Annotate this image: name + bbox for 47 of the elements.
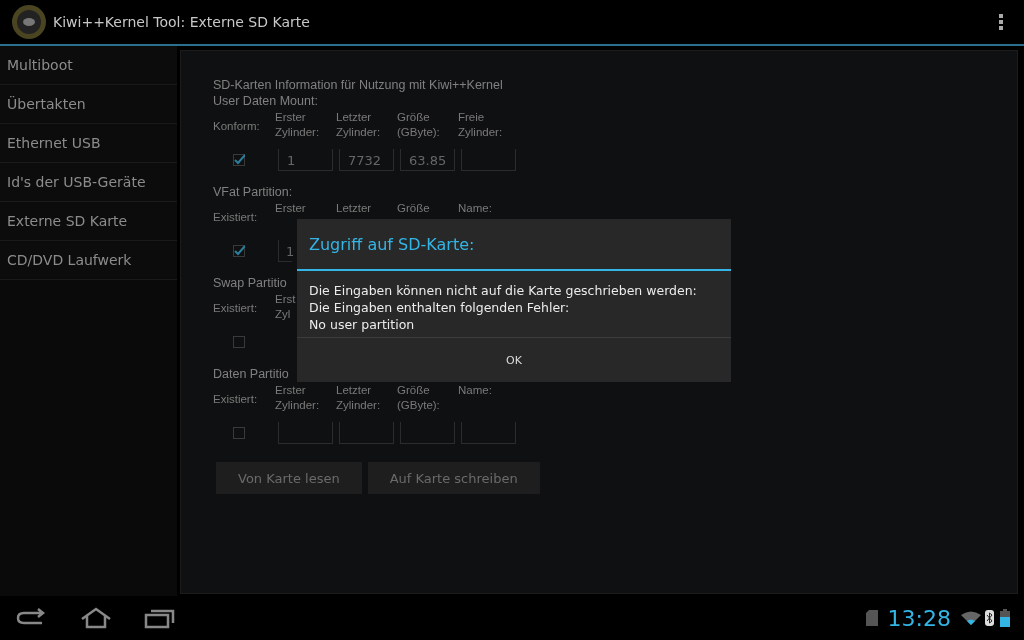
section-title: Daten Partitio [213,366,289,382]
input-field[interactable] [461,149,516,171]
column-label: Erster Zylinder: [275,110,320,140]
ok-button[interactable]: OK [297,337,731,382]
action-button[interactable]: Von Karte lesen [216,462,362,494]
column-label: Freie Zylinder: [458,110,503,140]
clock: 13:28 [887,605,951,631]
column-label: Erst Zyl [275,292,296,322]
column-label: Größe [397,201,430,216]
input-field[interactable]: 1 [278,240,292,262]
wifi-icon [961,611,981,625]
dialog-message: Die Eingaben können nicht auf die Karte geschrieben werden: Die Eingaben enthalten folgenden Fehler: No user partition [308,282,698,334]
input-field[interactable] [400,422,455,444]
checkbox[interactable] [233,336,245,348]
column-label: Größe (GByte): [397,110,440,140]
column-label: Name: [458,383,492,398]
checkbox[interactable] [233,427,245,439]
input-field[interactable] [339,422,394,444]
dialog-title: Zugriff auf SD-Karte: [297,219,731,271]
column-label: Erster Zylinder: [275,383,320,413]
input-field[interactable]: 7732 [339,149,394,171]
section-title: SD-Karten Information für Nutzung mit Kiwi++Kernel User Daten Mount: [213,77,503,109]
state-label: Existiert: [213,391,258,407]
checkbox[interactable] [233,154,245,166]
column-label: Letzter Zylinder: [336,383,381,413]
input-field[interactable]: 1 [278,149,333,171]
section-title: VFat Partition: [213,184,293,200]
checkbox[interactable] [233,245,245,257]
column-label: Größe (GByte): [397,383,440,413]
state-label: Existiert: [213,209,258,225]
section-title: Swap Partitio [213,275,287,291]
app-title: Kiwi++Kernel Tool: Externe SD Karte [53,14,311,30]
input-field[interactable] [278,422,333,444]
state-label: Konform: [213,118,260,134]
column-label: Letzter Zylinder: [336,110,381,140]
state-label: Existiert: [213,300,258,316]
battery-icon [1000,609,1010,627]
kiwi-logo-icon [11,4,47,40]
action-button[interactable]: Auf Karte schreiben [367,462,540,494]
bluetooth-icon [985,610,994,626]
column-label: Letzter [336,201,372,216]
overflow-menu-icon[interactable] [998,13,1004,31]
sd-card-icon [865,610,878,626]
column-label: Name: [458,201,492,216]
input-field[interactable]: 63.85 [400,149,455,171]
input-field[interactable] [461,422,516,444]
column-label: Erster [275,201,306,216]
